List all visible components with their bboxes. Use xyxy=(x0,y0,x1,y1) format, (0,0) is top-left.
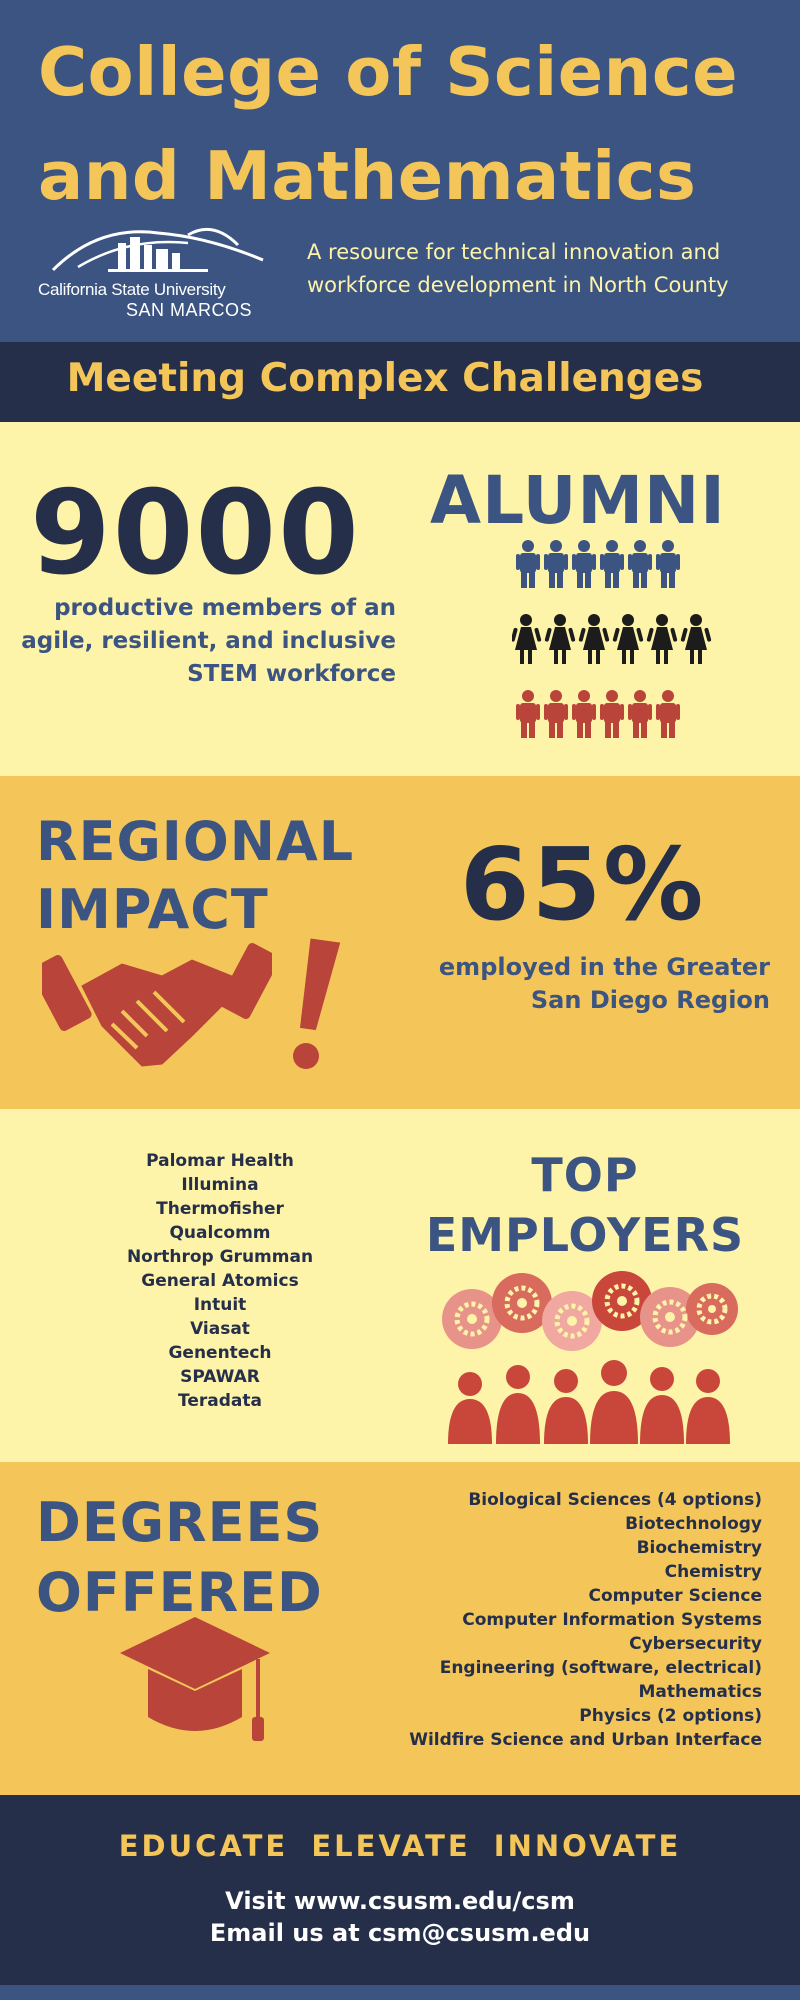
regional-title: REGIONAL IMPACT xyxy=(36,808,354,944)
people-icon xyxy=(512,540,712,738)
website-link[interactable]: Visit www.csusm.edu/csm xyxy=(0,1887,800,1915)
degree-item: Mathematics xyxy=(638,1682,762,1702)
email-link[interactable]: Email us at csm@csusm.edu xyxy=(0,1919,800,1947)
alumni-label: ALUMNI xyxy=(430,462,726,539)
subheading: Meeting Complex Challenges xyxy=(66,356,704,401)
employers-section: Palomar Health Illumina Thermofisher Qua… xyxy=(0,1109,800,1462)
subheading-band: Meeting Complex Challenges xyxy=(0,342,800,422)
degrees-title-line-1: DEGREES xyxy=(36,1491,324,1554)
university-logo: California State University SAN MARCOS xyxy=(38,215,278,325)
title-line-2: and Mathematics xyxy=(38,137,697,215)
employer-list: Palomar Health Illumina Thermofisher Qua… xyxy=(90,1149,350,1413)
degree-item: Engineering (software, electrical) xyxy=(439,1658,762,1678)
alumni-desc-line-2: agile, resilient, and inclusive xyxy=(21,628,396,654)
exclamation-icon xyxy=(293,938,341,1069)
degree-item: Chemistry xyxy=(664,1562,762,1582)
tagline: A resource for technical innovation and … xyxy=(307,236,777,302)
bottom-strip xyxy=(0,1985,800,2000)
employer-item: SPAWAR xyxy=(180,1367,260,1387)
footer-band: EDUCATE ELEVATE INNOVATE Visit www.csusm… xyxy=(0,1795,800,1985)
university-logo-icon xyxy=(51,227,264,272)
handshake-icon xyxy=(42,943,272,1067)
motto: EDUCATE ELEVATE INNOVATE xyxy=(118,1829,682,1863)
degree-item: Biotechnology xyxy=(625,1514,762,1534)
title-line-1: College of Science xyxy=(38,33,739,111)
alumni-desc-line-1: productive members of an xyxy=(54,595,396,621)
regional-title-line-1: REGIONAL xyxy=(36,810,355,873)
employer-item: Thermofisher xyxy=(156,1199,284,1219)
regional-description: employed in the Greater San Diego Region xyxy=(390,951,770,1017)
page-title: College of Science and Mathematics xyxy=(38,20,778,228)
employers-title-line-2: EMPLOYERS xyxy=(425,1208,745,1262)
logo-university-name: California State University xyxy=(38,280,226,299)
alumni-description: productive members of an agile, resilien… xyxy=(20,592,396,691)
employment-percent: 65% xyxy=(460,826,706,943)
employer-item: Illumina xyxy=(181,1175,259,1195)
employer-item: Intuit xyxy=(193,1295,247,1315)
degree-item: Cybersecurity xyxy=(629,1634,762,1654)
regional-title-line-2: IMPACT xyxy=(36,878,269,941)
regional-impact-section: REGIONAL IMPACT 65% employed in the Grea… xyxy=(0,776,800,1109)
degree-item: Biological Sciences (4 options) xyxy=(468,1490,762,1510)
degree-list: Biological Sciences (4 options) Biotechn… xyxy=(370,1488,762,1752)
alumni-number: 9000 xyxy=(30,466,361,601)
employer-item: Palomar Health xyxy=(146,1151,294,1171)
logo-campus-name: SAN MARCOS xyxy=(126,300,253,320)
gears-icon xyxy=(442,1271,738,1444)
degrees-title: DEGREES OFFERED xyxy=(36,1488,323,1628)
employers-title: TOP EMPLOYERS xyxy=(390,1145,780,1265)
tagline-line-1: A resource for technical innovation and xyxy=(307,240,721,264)
employer-item: General Atomics xyxy=(141,1271,299,1291)
employer-item: Qualcomm xyxy=(169,1223,271,1243)
employer-item: Northrop Grumman xyxy=(126,1247,314,1267)
employer-item: Genentech xyxy=(168,1343,272,1363)
degree-item: Physics (2 options) xyxy=(579,1706,762,1726)
regional-desc-line-2: San Diego Region xyxy=(530,986,770,1014)
regional-desc-line-1: employed in the Greater xyxy=(438,953,770,981)
alumni-desc-line-3: STEM workforce xyxy=(187,661,396,687)
employer-item: Viasat xyxy=(190,1319,250,1339)
degree-item: Biochemistry xyxy=(636,1538,762,1558)
degree-item: Computer Information Systems xyxy=(462,1610,762,1630)
degree-item: Computer Science xyxy=(588,1586,763,1606)
degree-item: Wildfire Science and Urban Interface xyxy=(409,1730,762,1750)
graduation-cap-icon xyxy=(120,1617,270,1741)
header-band: College of Science and Mathematics Calif… xyxy=(0,0,800,342)
tagline-line-2: workforce development in North County xyxy=(307,273,729,297)
employer-item: Teradata xyxy=(178,1391,262,1411)
degrees-section: DEGREES OFFERED Biological Sciences (4 o… xyxy=(0,1462,800,1795)
alumni-section: 9000 ALUMNI productive members of an agi… xyxy=(0,422,800,776)
employers-title-line-1: TOP xyxy=(531,1148,639,1202)
